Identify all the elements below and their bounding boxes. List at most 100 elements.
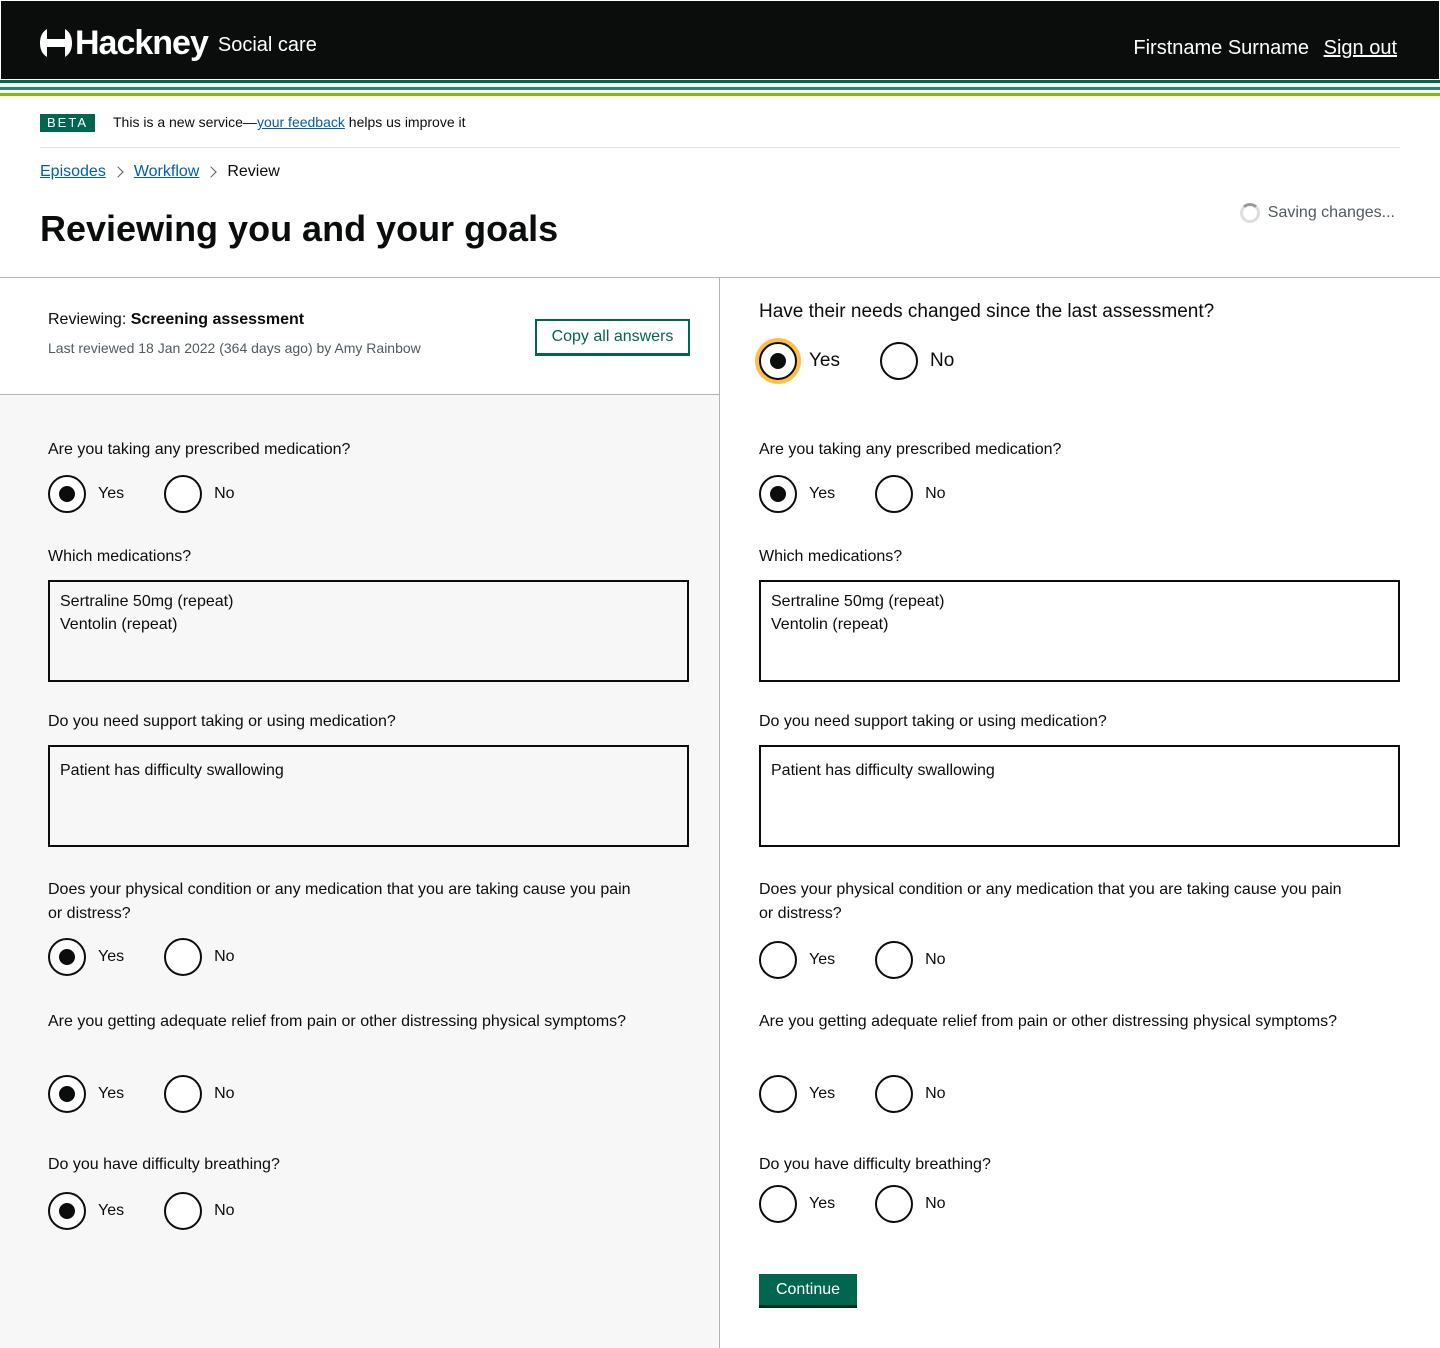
breadcrumb: Episodes Workflow Review (40, 163, 280, 181)
radio-button[interactable] (875, 1075, 914, 1113)
which-medications-textarea-previous[interactable]: Sertraline 50mg (repeat) Ventolin (repea… (48, 580, 689, 682)
radio-button[interactable] (759, 941, 797, 979)
saving-status: Saving changes... (1239, 203, 1395, 223)
radio-label: No (925, 485, 946, 502)
question-pain: Does your physical condition or any medi… (48, 881, 631, 922)
radio-option-no[interactable]: No (875, 1075, 946, 1113)
radio-group-medication-previous: Yes No (48, 475, 275, 513)
breadcrumb-workflow[interactable]: Workflow (134, 163, 200, 181)
radio-button[interactable] (164, 475, 203, 513)
user-name: Firstname Surname (1133, 37, 1309, 59)
radio-button[interactable] (48, 1075, 86, 1113)
radio-label: No (214, 1085, 235, 1102)
reviewing-prefix: Reviewing: (48, 311, 131, 328)
question-needs-changed: Have their needs changed since the last … (759, 301, 1215, 322)
radio-option-yes[interactable]: Yes (759, 1075, 835, 1113)
question-relief: Are you getting adequate relief from pai… (48, 1013, 627, 1030)
page-title: Reviewing you and your goals (40, 208, 559, 249)
radio-option-yes[interactable]: Yes (48, 938, 124, 976)
which-medications-textarea[interactable]: Sertraline 50mg (repeat) Ventolin (repea… (759, 580, 1400, 682)
phase-text-before: This is a new service— (113, 114, 257, 130)
question-medication: Are you taking any prescribed medication… (759, 441, 1062, 458)
site-header: Hackney Social care Firstname Surname Si… (0, 0, 1440, 80)
question-breathing: Do you have difficulty breathing? (759, 1156, 991, 1173)
radio-button[interactable] (48, 938, 86, 976)
reviewing-name: Screening assessment (130, 311, 305, 328)
radio-label: Yes (809, 951, 836, 968)
radio-option-no[interactable]: No (164, 938, 235, 976)
phase-banner-text: This is a new service—your feedback help… (113, 114, 466, 130)
radio-label: No (925, 1085, 946, 1102)
radio-option-yes[interactable]: Yes (48, 1192, 124, 1230)
logo-text: Hackney (75, 24, 209, 62)
question-breathing: Do you have difficulty breathing? (48, 1156, 280, 1173)
radio-button[interactable] (880, 342, 918, 380)
feedback-link[interactable]: your feedback (257, 114, 345, 130)
question-relief: Are you getting adequate relief from pai… (759, 1013, 1338, 1030)
current-answers-panel: Have their needs changed since the last … (720, 278, 1440, 1348)
radio-option-no[interactable]: No (875, 475, 946, 513)
radio-label: Yes (809, 485, 836, 502)
radio-option-yes[interactable]: Yes (48, 1075, 124, 1113)
radio-label: No (214, 485, 235, 502)
radio-label: Yes (809, 1195, 836, 1212)
radio-label: No (925, 951, 946, 968)
radio-label: No (214, 948, 235, 965)
radio-label: No (925, 1195, 946, 1212)
radio-button[interactable] (759, 475, 797, 513)
continue-button[interactable]: Continue (759, 1274, 857, 1308)
breadcrumb-current: Review (227, 163, 280, 180)
radio-label: Yes (98, 1202, 125, 1219)
radio-button[interactable] (164, 1192, 203, 1230)
radio-button[interactable] (48, 475, 86, 513)
radio-button[interactable] (164, 938, 203, 976)
radio-button[interactable] (48, 1192, 86, 1230)
radio-label: No (930, 350, 955, 371)
radio-label: Yes (98, 1085, 125, 1102)
header-stripes (0, 80, 1440, 96)
radio-option-yes[interactable]: Yes (48, 475, 124, 513)
radio-group-medication-current: Yes No (759, 475, 986, 513)
support-medication-textarea-previous[interactable]: Patient has difficulty swallowing (48, 745, 689, 847)
breadcrumb-episodes[interactable]: Episodes (40, 163, 106, 181)
radio-option-no[interactable]: No (164, 1075, 235, 1113)
support-medication-textarea[interactable]: Patient has difficulty swallowing (759, 745, 1400, 847)
radio-option-yes[interactable]: Yes (759, 941, 835, 979)
radio-option-yes[interactable]: Yes (759, 475, 835, 513)
question-medication: Are you taking any prescribed medication… (48, 441, 351, 458)
radio-label: Yes (809, 1085, 836, 1102)
radio-option-no[interactable]: No (875, 941, 946, 979)
question-which-medications: Which medications? (48, 548, 192, 565)
radio-button[interactable] (875, 475, 914, 513)
hackney-logo[interactable]: Hackney Social care (39, 21, 317, 65)
beta-tag: BETA (40, 114, 95, 132)
radio-option-yes[interactable]: Yes (759, 1185, 835, 1223)
radio-option-no[interactable]: No (164, 1192, 235, 1230)
radio-option-no[interactable]: No (875, 1185, 946, 1223)
radio-button[interactable] (875, 1185, 914, 1223)
saving-text: Saving changes... (1267, 204, 1395, 221)
chevron-right-icon (205, 166, 217, 178)
chevron-right-icon (112, 166, 124, 178)
last-reviewed-text: Last reviewed 18 Jan 2022 (364 days ago)… (48, 340, 421, 356)
radio-button[interactable] (759, 1185, 797, 1223)
sign-out-link[interactable]: Sign out (1324, 37, 1397, 60)
radio-option-yes[interactable]: Yes (759, 342, 840, 380)
radio-button[interactable] (759, 342, 797, 380)
radio-label: Yes (98, 948, 125, 965)
spinner-icon (1239, 203, 1260, 223)
radio-option-no[interactable]: No (164, 475, 235, 513)
radio-group-pain-current: Yes No (759, 941, 986, 979)
radio-group-needs-changed: Yes No (759, 342, 994, 380)
question-which-medications: Which medications? (759, 548, 903, 565)
radio-option-no[interactable]: No (880, 342, 954, 380)
radio-group-relief-current: Yes No (759, 1075, 986, 1113)
review-summary: Reviewing: Screening assessment Last rev… (0, 278, 719, 395)
phase-banner: BETA This is a new service—your feedback… (40, 104, 1400, 148)
radio-button[interactable] (164, 1075, 203, 1113)
question-support-medication: Do you need support taking or using medi… (48, 713, 396, 730)
phase-text-after: helps us improve it (344, 114, 466, 130)
radio-button[interactable] (875, 941, 914, 979)
copy-all-answers-button[interactable]: Copy all answers (535, 319, 690, 356)
radio-button[interactable] (759, 1075, 797, 1113)
